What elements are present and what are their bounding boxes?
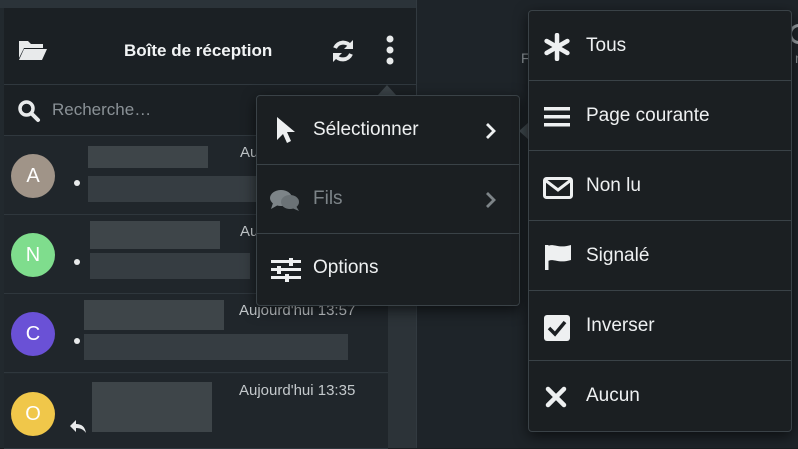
menu-item-threads: Fils (257, 165, 519, 234)
sliders-icon (271, 258, 301, 282)
redacted-sender (92, 382, 212, 432)
select-invert-item[interactable]: Inverser (529, 291, 791, 361)
list-options-menu: Sélectionner Fils Options (256, 95, 520, 306)
search-input[interactable] (50, 95, 254, 125)
chevron-right-icon (485, 122, 497, 140)
select-item-label: Aucun (586, 385, 640, 406)
message-row[interactable]: O Aujourd'hui 13:35 (4, 374, 388, 449)
mailbox-title: Boîte de réception (124, 41, 273, 60)
select-none-item[interactable]: Aucun (529, 361, 791, 431)
redacted-sender (88, 146, 208, 168)
comments-icon (269, 189, 301, 213)
list-icon (544, 106, 570, 128)
select-all-item[interactable]: Tous (529, 11, 791, 81)
avatar: N (11, 233, 55, 277)
menu-item-label: Fils (313, 188, 343, 209)
select-item-label: Signalé (586, 245, 650, 266)
redacted-subject (88, 176, 258, 202)
select-flagged-item[interactable]: Signalé (529, 221, 791, 291)
asterisk-icon (543, 33, 571, 61)
more-options-button[interactable] (380, 34, 400, 68)
chevron-right-icon (485, 191, 497, 209)
menu-pointer (378, 85, 396, 95)
mail-list-header: Boîte de réception (4, 8, 416, 85)
avatar: C (11, 312, 55, 356)
envelope-icon (543, 177, 573, 199)
select-page-item[interactable]: Page courante (529, 81, 791, 151)
unread-indicator (74, 180, 80, 186)
select-unread-item[interactable]: Non lu (529, 151, 791, 221)
checkbox-icon (544, 315, 570, 341)
redacted-sender (90, 221, 220, 249)
top-frame (0, 0, 416, 8)
unread-indicator (74, 338, 80, 344)
redacted-subject (84, 334, 348, 360)
refresh-button[interactable] (328, 36, 358, 66)
reply-icon (68, 418, 88, 434)
redacted-subject (90, 253, 250, 279)
menu-item-options[interactable]: Options (257, 234, 519, 303)
flag-icon (544, 243, 572, 271)
message-time: Aujourd'hui 13:35 (239, 382, 356, 399)
avatar: O (11, 392, 55, 436)
select-item-label: Page courante (586, 105, 710, 126)
select-item-label: Inverser (586, 315, 655, 336)
redacted-sender (84, 300, 224, 330)
select-item-label: Tous (586, 35, 627, 56)
x-icon (545, 386, 567, 408)
avatar: A (11, 154, 55, 198)
folder-open-icon[interactable] (18, 38, 48, 62)
search-icon (17, 99, 41, 123)
menu-item-label: Options (313, 257, 379, 278)
select-item-label: Non lu (586, 175, 641, 196)
select-submenu: Tous Page courante Non lu Signalé Invers… (528, 10, 792, 432)
unread-indicator (74, 259, 80, 265)
cursor-icon (275, 116, 295, 144)
menu-item-label: Sélectionner (313, 119, 419, 140)
menu-item-select[interactable]: Sélectionner (257, 96, 519, 165)
